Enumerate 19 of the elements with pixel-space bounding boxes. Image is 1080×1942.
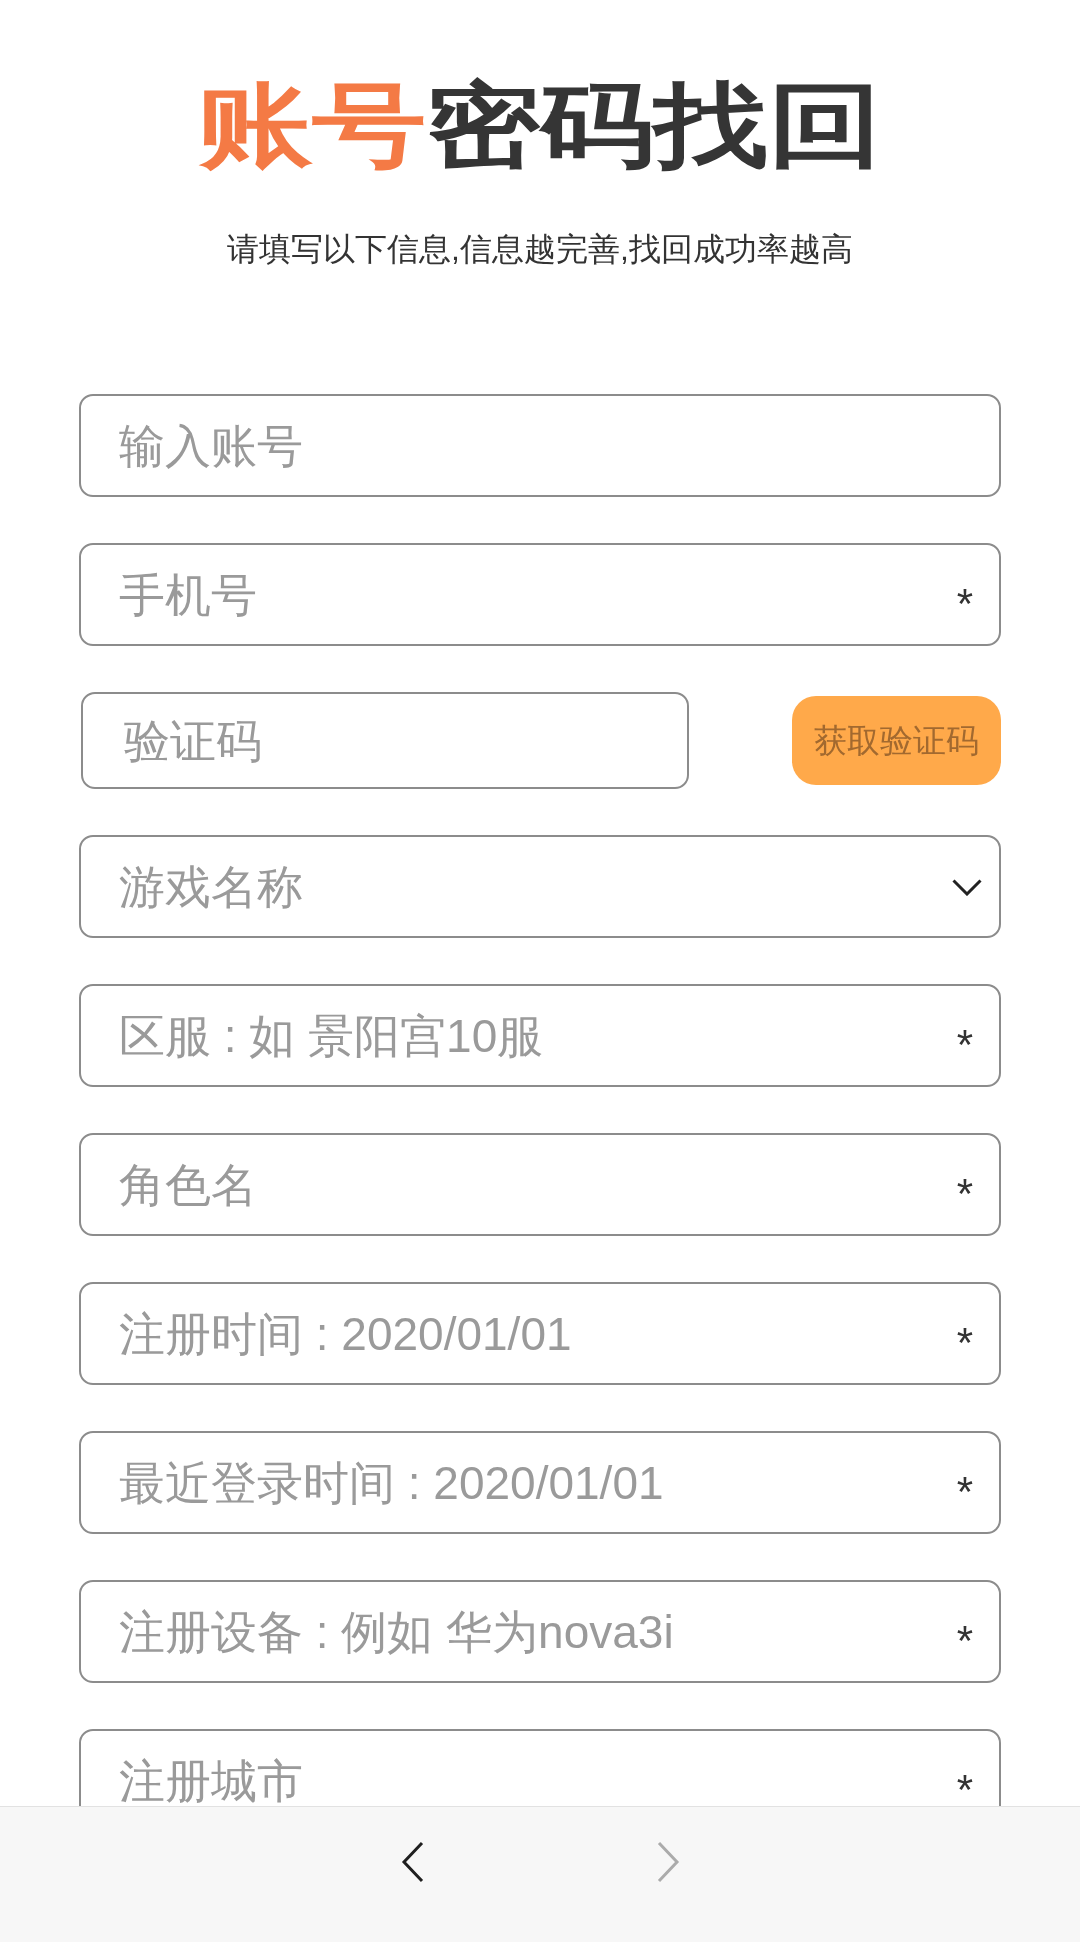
chevron-left-icon bbox=[400, 1841, 425, 1883]
text-field[interactable]: 角色名 * bbox=[79, 1133, 1001, 1236]
chevron-down-icon bbox=[952, 879, 982, 896]
required-asterisk: * bbox=[956, 1023, 973, 1066]
required-asterisk: * bbox=[956, 1470, 973, 1513]
text-field[interactable]: 注册城市 * bbox=[79, 1729, 1001, 1806]
text-field[interactable]: 注册设备 : 例如 华为nova3i * bbox=[79, 1580, 1001, 1683]
page-title: 账号密码找回 bbox=[197, 79, 883, 171]
text-field[interactable]: 手机号 * bbox=[79, 543, 1001, 646]
subtitle: 请填写以下信息,信息越完善,找回成功率越高 bbox=[227, 233, 853, 265]
text-field[interactable]: 最近登录时间 : 2020/01/01 * bbox=[79, 1431, 1001, 1534]
required-asterisk: * bbox=[956, 1321, 973, 1364]
required-asterisk: * bbox=[956, 1768, 973, 1806]
text-field[interactable]: 注册时间 : 2020/01/01 * bbox=[79, 1282, 1001, 1385]
chevron-right-icon bbox=[655, 1841, 680, 1883]
required-asterisk: * bbox=[956, 1172, 973, 1215]
required-asterisk: * bbox=[956, 582, 973, 625]
text-field[interactable]: 区服 : 如 景阳宫10服 * bbox=[79, 984, 1001, 1087]
required-asterisk: * bbox=[956, 1619, 973, 1662]
